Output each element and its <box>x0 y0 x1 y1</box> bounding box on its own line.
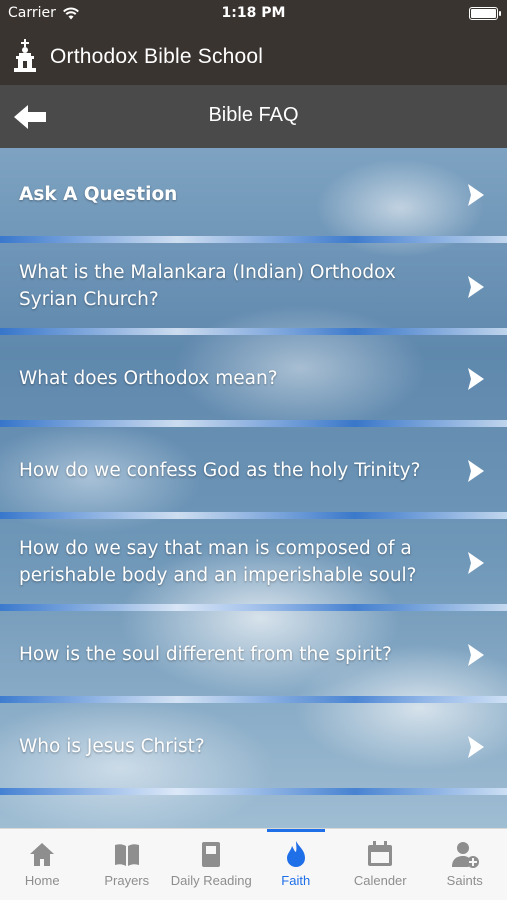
tab-daily-reading[interactable]: Daily Reading <box>169 829 254 900</box>
saint-add-icon <box>451 842 479 868</box>
faq-list-item[interactable]: What are the four Gospels? <box>0 792 507 829</box>
faq-list-item[interactable]: What does Orthodox mean? <box>0 332 507 427</box>
faq-list-item[interactable]: How do we confess God as the holy Trinit… <box>0 424 507 519</box>
open-book-icon <box>114 844 139 866</box>
calendar-icon <box>368 841 393 866</box>
faq-item-text: How do we confess God as the holy Trinit… <box>19 459 421 481</box>
faq-list-item[interactable]: How do we say that man is composed of a … <box>0 516 507 611</box>
status-time: 1:18 PM <box>221 5 286 21</box>
chevron-right-icon <box>468 276 484 298</box>
faq-list: Ask A Question What is the Malankara (Ind… <box>0 148 507 828</box>
chevron-right-icon <box>468 184 484 206</box>
faq-item-text: Who is Jesus Christ? <box>19 735 205 757</box>
chevron-right-icon <box>468 460 484 482</box>
active-tab-indicator <box>266 829 325 832</box>
faq-item-text: Ask A Question <box>19 183 178 205</box>
chevron-right-icon <box>468 552 484 574</box>
tab-label: Faith <box>281 873 311 888</box>
chevron-right-icon <box>468 644 484 666</box>
ask-question-item[interactable]: Ask A Question <box>0 148 507 243</box>
chevron-right-icon <box>468 368 484 390</box>
tab-label: Daily Reading <box>170 873 252 888</box>
flame-icon <box>286 841 305 867</box>
tab-label: Prayers <box>104 873 150 888</box>
faq-item-text: What does Orthodox mean? <box>19 367 278 389</box>
app-header: Orthodox Bible School <box>0 28 507 85</box>
faq-item-text: What is the Malankara (Indian) Orthodox … <box>19 262 396 310</box>
faq-list-item[interactable]: What is the Malankara (Indian) Orthodox … <box>0 240 507 335</box>
faq-item-text: How is the soul different from the spiri… <box>19 643 392 665</box>
tab-label: Saints <box>446 873 483 888</box>
tab-label: Calender <box>353 873 407 888</box>
battery-icon <box>469 7 501 20</box>
chevron-right-icon <box>468 736 484 758</box>
tab-faith[interactable]: Faith <box>254 829 339 900</box>
church-cross-logo-icon <box>14 38 36 72</box>
app-title: Orthodox Bible School <box>50 44 264 68</box>
tab-prayers[interactable]: Prayers <box>85 829 170 900</box>
bible-icon <box>202 842 221 867</box>
tab-calender[interactable]: Calender <box>338 829 423 900</box>
faq-list-item[interactable]: How is the soul different from the spiri… <box>0 608 507 703</box>
faq-list-item[interactable]: Who is Jesus Christ? <box>0 700 507 795</box>
page-title: Bible FAQ <box>208 104 299 126</box>
tab-saints[interactable]: Saints <box>423 829 507 900</box>
faq-content[interactable]: Ask A Question What is the Malankara (Ind… <box>0 148 507 828</box>
tab-label: Home <box>24 873 60 888</box>
status-bar: Carrier 1:18 PM <box>0 0 507 28</box>
tab-home[interactable]: Home <box>0 829 85 900</box>
faq-item-text: How do we say that man is composed of a … <box>19 538 417 586</box>
tab-bar: Home Prayers Daily Reading Faith Calender Sai… <box>0 828 507 900</box>
home-icon <box>30 843 55 866</box>
navigation-bar: Bible FAQ <box>0 85 507 148</box>
